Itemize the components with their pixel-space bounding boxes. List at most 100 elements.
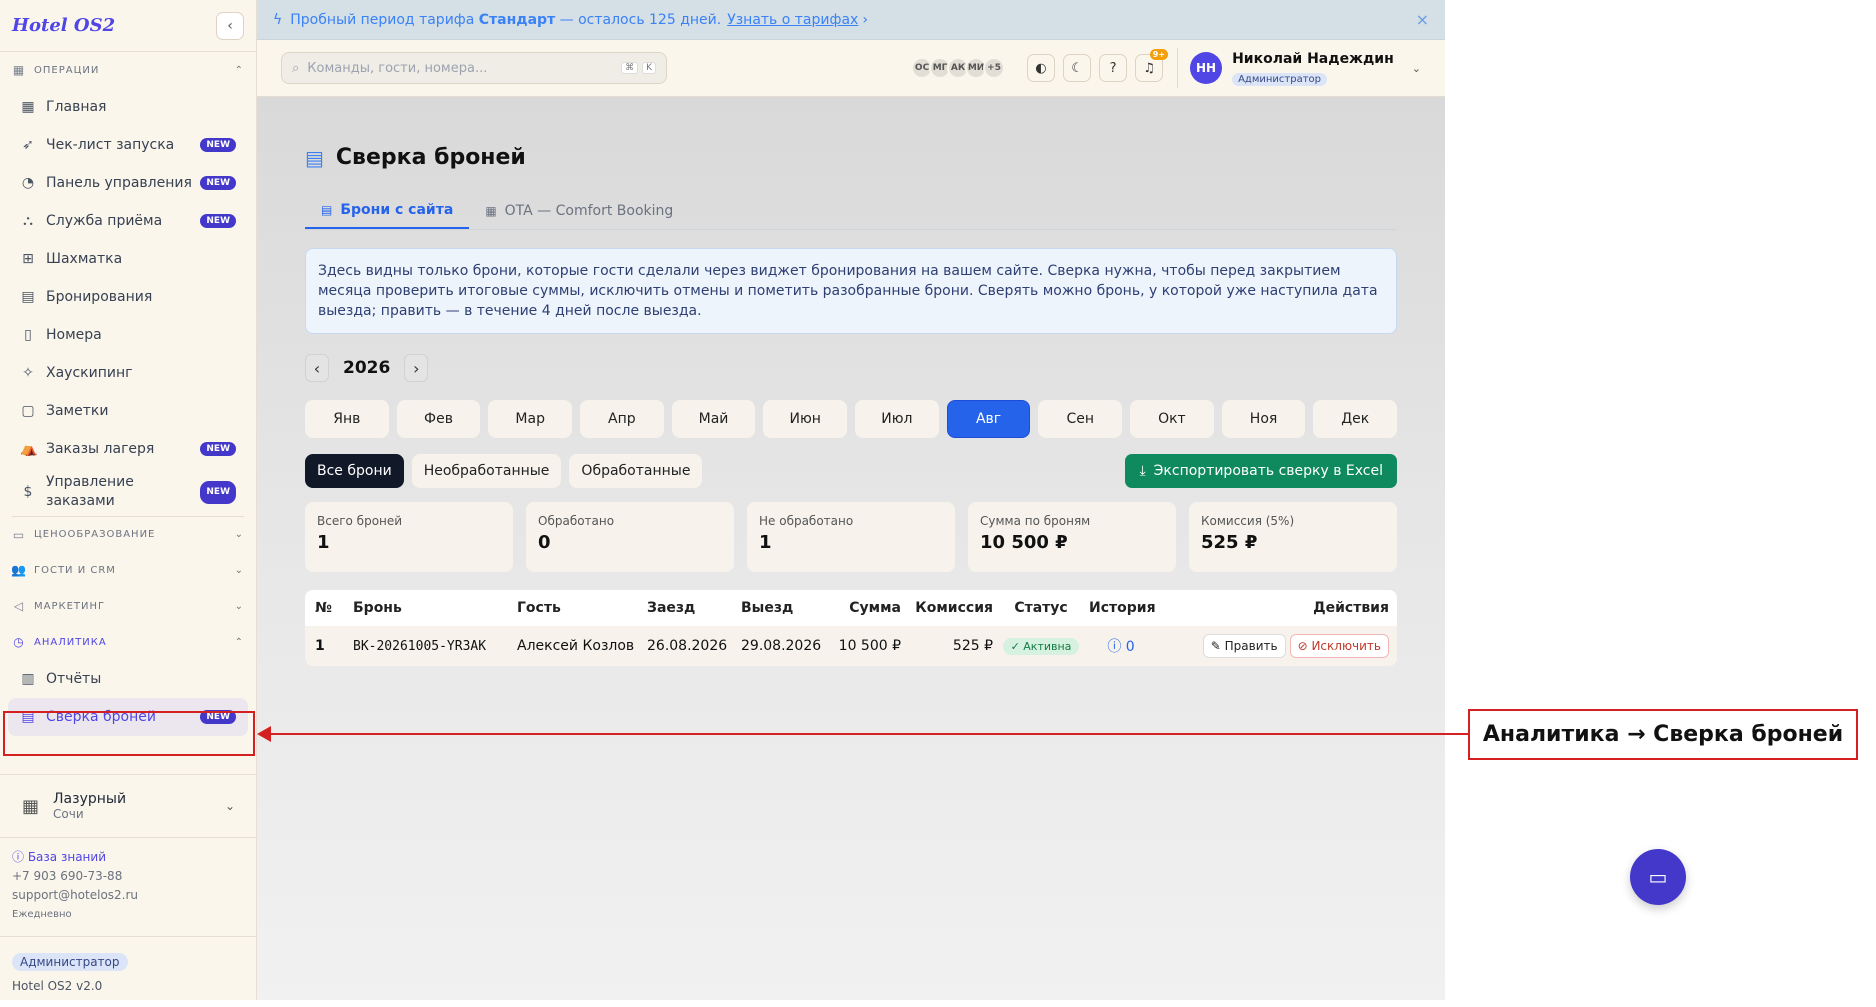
bell-icon: ⛬ (23, 213, 33, 229)
close-icon[interactable]: × (1416, 10, 1429, 29)
sidebar-item-bookings[interactable]: ▤ Бронирования (8, 278, 248, 316)
cell-commission: 525 ₽ (952, 638, 993, 654)
month-button[interactable]: Июл (855, 400, 939, 438)
section-label: Ценообразование (34, 529, 156, 540)
gauge-icon: ◔ (21, 175, 35, 191)
sidebar-item-dashboard[interactable]: ◔ Панель управления NEW (8, 164, 248, 202)
cell-actions: ✎ Править ⊘ Исключить (1153, 634, 1397, 658)
chat-button[interactable]: ▭ (1630, 849, 1686, 905)
support-email[interactable]: support@hotelos2.ru (12, 886, 138, 905)
month-button[interactable]: Фев (396, 400, 481, 438)
month-button[interactable]: Сен (1038, 400, 1123, 438)
status-badge: ✓ Активна (1002, 637, 1080, 655)
page-title: Сверка броней (335, 145, 526, 170)
filter-all[interactable]: Все брони (305, 454, 404, 488)
section-guests[interactable]: 👥 Гости и CRM ⌄ (0, 552, 256, 588)
user-menu[interactable]: НН Николай Надеждин Администратор ⌄ (1177, 48, 1421, 88)
ban-icon: ⊘ (1297, 639, 1312, 653)
avatar-more: +5 (983, 57, 1006, 79)
table-icon: ⊞ (22, 251, 34, 267)
sidebar-item-order-management[interactable]: $ Управление заказами NEW (8, 468, 248, 516)
column-header: Сумма (849, 600, 901, 616)
sidebar-item-label: Бронирования (46, 289, 153, 305)
sidebar-item-home[interactable]: ▦ Главная (8, 88, 248, 126)
cell-sum: 10 500 ₽ (838, 638, 901, 654)
stat-value: 10 500 ₽ (980, 532, 1068, 553)
section-label: Маркетинг (34, 600, 106, 612)
stat-card: Комиссия (5%) 525 ₽ (1189, 502, 1397, 572)
tent-icon: ⛺ (20, 441, 38, 457)
tab-site-bookings[interactable]: ▤ Брони с сайта (305, 192, 470, 229)
knowledge-base-link[interactable]: ⓘ База знаний (12, 848, 138, 867)
search-input[interactable]: ⌕ Команды, гости, номера... ⌘ K (281, 52, 667, 84)
exclude-label: Исключить (1311, 639, 1381, 653)
online-users[interactable]: ОС МГ АК МИ +5 (911, 57, 1006, 79)
next-year-button[interactable]: › (404, 354, 429, 382)
sidebar-item-chessboard[interactable]: ⊞ Шахматка (8, 240, 248, 278)
stat-value: 0 (538, 532, 551, 553)
filter-unprocessed[interactable]: Необработанные (411, 454, 562, 488)
section-pricing[interactable]: ▭ Ценообразование ⌄ (12, 516, 244, 552)
sidebar-item-label: Хаускипинг (46, 365, 133, 381)
exclude-button[interactable]: ⊘ Исключить (1289, 634, 1389, 658)
section-operations[interactable]: ▦ Операции ⌃ (0, 52, 256, 88)
logo: Hotel OS2 (12, 15, 116, 36)
kbd-k: K (642, 62, 656, 74)
page-content: ▤ Сверка броней ▤ Брони с сайта ▦ OTA — Co… (305, 145, 1398, 666)
building-icon: ▦ (485, 203, 497, 218)
topbar: ⌕ Команды, гости, номера... ⌘ K ОС МГ АК … (257, 40, 1445, 97)
table-row[interactable]: 1 BK-20261005-YR3AK Алексей Козлов 26.08… (305, 626, 1397, 666)
sidebar-item-camp-orders[interactable]: ⛺ Заказы лагеря NEW (8, 430, 248, 468)
month-button[interactable]: Май (671, 400, 756, 438)
history-button[interactable]: ⓘ 0 (1089, 636, 1153, 656)
help-icon[interactable]: ? (1099, 54, 1128, 82)
column-header: Выезд (741, 600, 794, 616)
prev-year-button[interactable]: ‹ (305, 354, 329, 382)
sidebar-item-label: Отчёты (46, 671, 102, 687)
month-button[interactable]: Окт (1130, 400, 1214, 438)
cell-booking-id: BK-20261005-YR3AK (353, 638, 487, 654)
export-excel-button[interactable]: ⤓ Экспортировать сверку в Excel (1125, 454, 1397, 488)
support-phone[interactable]: +7 903 690-73-88 (12, 867, 138, 886)
trial-prefix: Пробный период тарифа (290, 11, 475, 28)
month-button[interactable]: Мар (488, 400, 573, 438)
edit-button[interactable]: ✎ Править (1202, 634, 1286, 658)
filter-processed[interactable]: Обработанные (569, 454, 703, 488)
sidebar-item-notes[interactable]: ▢ Заметки (8, 392, 248, 430)
section-analytics[interactable]: ◷ Аналитика ⌃ (0, 624, 256, 660)
sidebar-item-checklist[interactable]: ➶ Чек-лист запуска NEW (8, 126, 248, 164)
month-button[interactable]: Ноя (1221, 400, 1306, 438)
pricing-link[interactable]: Узнать о тарифах (727, 12, 858, 28)
month-button-active[interactable]: Авг (946, 400, 1031, 438)
sparkle-icon: ✧ (22, 365, 34, 381)
new-badge: NEW (200, 138, 236, 152)
sidebar-item-reports[interactable]: ▥ Отчёты (8, 660, 248, 698)
tab-ota[interactable]: ▦ OTA — Comfort Booking (469, 192, 689, 229)
month-button[interactable]: Янв (305, 400, 389, 438)
month-button[interactable]: Июн (763, 400, 848, 438)
stat-value: 1 (759, 532, 772, 553)
month-button[interactable]: Дек (1313, 400, 1398, 438)
palette-icon[interactable]: ◐ (1027, 54, 1056, 82)
sidebar-header: Hotel OS2 ‹ (0, 0, 256, 52)
notification-bell-icon[interactable]: ♫ 9+ (1135, 49, 1169, 82)
chart-icon: ▥ (21, 671, 35, 687)
sidebar-item-rooms[interactable]: ▯ Номера (8, 316, 248, 354)
stat-value: 1 (317, 532, 330, 553)
moon-icon[interactable]: ☾ (1063, 54, 1092, 82)
user-name: Николай Надеждин (1232, 50, 1394, 67)
collapse-sidebar-button[interactable]: ‹ (216, 11, 244, 40)
stat-card: Не обработано 1 (747, 502, 955, 572)
section-marketing[interactable]: ◁ Маркетинг ⌄ (0, 588, 256, 624)
app-version: Hotel OS2 v2.0 (12, 979, 103, 993)
sidebar-item-housekeeping[interactable]: ✧ Хаускипинг (8, 354, 248, 392)
hotel-switcher[interactable]: ▦ Лазурный Сочи ⌄ (0, 774, 257, 838)
kbd-cmd: ⌘ (621, 62, 639, 74)
sidebar-item-front-desk[interactable]: ⛬ Служба приёма NEW (8, 202, 248, 240)
tabs: ▤ Брони с сайта ▦ OTA — Comfort Booking (305, 192, 1397, 230)
sidebar-item-label: Управление заказами (46, 474, 134, 509)
column-header: Бронь (353, 600, 402, 616)
column-header: История (1089, 600, 1156, 616)
chevron-down-icon: ⌄ (1411, 61, 1421, 75)
month-button[interactable]: Апр (580, 400, 664, 438)
